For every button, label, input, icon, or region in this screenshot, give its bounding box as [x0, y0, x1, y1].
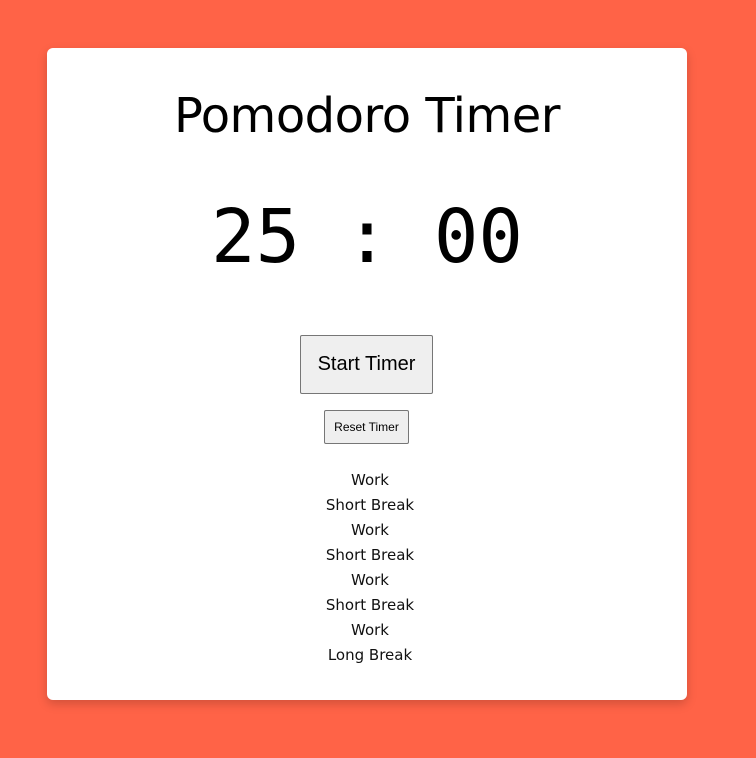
- timer-separator: :: [344, 194, 390, 280]
- reset-timer-button[interactable]: Reset Timer: [324, 410, 409, 444]
- timer-minutes: 25: [211, 194, 301, 280]
- schedule-item: Short Break: [325, 496, 415, 514]
- schedule-item: Work: [351, 471, 389, 489]
- page-title: Pomodoro Timer: [173, 88, 561, 144]
- schedule-item: Short Break: [325, 546, 415, 564]
- start-timer-button[interactable]: Start Timer: [300, 335, 433, 394]
- schedule-item: Short Break: [325, 596, 415, 614]
- schedule-item: Work: [351, 621, 389, 639]
- session-schedule-list: Work Short Break Work Short Break Work S…: [47, 468, 693, 668]
- timer-display: 25 : 00: [47, 192, 687, 282]
- schedule-item: Work: [351, 521, 389, 539]
- schedule-item: Long Break: [327, 646, 413, 664]
- timer-seconds: 00: [433, 194, 523, 280]
- schedule-item: Work: [351, 571, 389, 589]
- timer-card: Pomodoro Timer 25 : 00 Start Timer Reset…: [47, 48, 687, 700]
